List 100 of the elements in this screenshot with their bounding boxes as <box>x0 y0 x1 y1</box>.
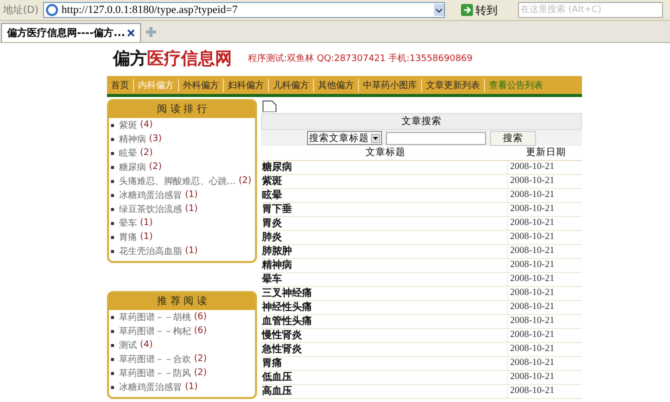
article-title-link[interactable]: 急性肾炎 <box>261 343 507 356</box>
bullet-icon <box>111 250 114 252</box>
dropdown-icon[interactable] <box>434 4 444 16</box>
bullet-icon <box>111 344 114 346</box>
read-count: (2) <box>194 368 207 378</box>
nav-link[interactable]: 文章更新列表 <box>422 78 485 92</box>
article-title-link[interactable]: 糖尿病 <box>261 161 507 174</box>
read-count: (1) <box>185 382 198 392</box>
read-count: (2) <box>140 148 153 158</box>
go-button[interactable]: 转到 <box>456 2 502 18</box>
article-title-link[interactable]: 血管性头痛 <box>261 315 507 328</box>
read-count: (2) <box>149 162 162 172</box>
bullet-icon <box>111 316 114 318</box>
article-title-link[interactable]: 眩晕 <box>261 189 507 202</box>
article-link[interactable]: 眩晕 <box>119 146 137 160</box>
nav-link[interactable]: 其他偏方 <box>314 78 359 92</box>
article-title-link[interactable]: 三叉神经痛 <box>261 287 507 300</box>
caret-icon <box>371 134 380 142</box>
article-link[interactable]: 绿豆茶饮治流感 <box>119 202 182 216</box>
article-link[interactable]: 晕车 <box>119 216 137 230</box>
date-cell: 2008-10-21 <box>507 273 582 286</box>
bullet-icon <box>111 330 114 332</box>
article-title-link[interactable]: 胃炎 <box>261 217 507 230</box>
arrow-icon <box>460 4 473 16</box>
address-label: 地址(D) <box>2 4 39 17</box>
article-title-link[interactable]: 高血压 <box>261 385 507 398</box>
date-cell: 2008-10-21 <box>507 189 582 202</box>
bullet-icon <box>111 152 114 154</box>
read-count: (1) <box>185 190 198 200</box>
article-title-link[interactable]: 神经性头痛 <box>261 301 507 314</box>
close-icon[interactable] <box>127 29 135 37</box>
article-link[interactable]: 冰糖鸡蛋治感冒 <box>119 380 182 394</box>
date-cell: 2008-10-21 <box>507 259 582 272</box>
article-title-link[interactable]: 慢性肾炎 <box>261 329 507 342</box>
article-link[interactable]: 紫斑 <box>119 118 137 132</box>
url-field[interactable]: http://127.0.0.1:8180/type.asp?typeid=7 <box>42 2 445 18</box>
article-link[interactable]: 头痛难忍、脚酸难忍、心跳... <box>119 174 236 188</box>
article-link[interactable]: 糖尿病 <box>119 160 146 174</box>
bullet-icon <box>111 358 114 360</box>
bullet-icon <box>111 208 114 210</box>
read-count: (1) <box>185 204 198 214</box>
article-link[interactable]: 草药图谱－－胡桃 <box>119 310 191 324</box>
article-link[interactable]: 草药图谱－－枸杞 <box>119 324 191 338</box>
article-link[interactable]: 草药图谱－－合欢 <box>119 352 191 366</box>
read-count: (6) <box>194 326 207 336</box>
article-title-link[interactable]: 低血压 <box>261 371 507 384</box>
column-header: 文章标题 <box>364 146 406 160</box>
article-link[interactable]: 冰糖鸡蛋治感冒 <box>119 188 182 202</box>
search-type-select[interactable]: 搜索文章标题 <box>307 131 382 145</box>
nav-link[interactable]: 儿科偏方 <box>269 78 314 92</box>
keyword-field[interactable] <box>386 132 486 144</box>
bullet-icon <box>111 386 114 388</box>
date-cell: 2008-10-21 <box>507 245 582 258</box>
read-count: (2) <box>238 176 252 186</box>
date-cell: 2008-10-21 <box>507 231 582 244</box>
panel-title: 推 荐 阅 读 <box>109 293 255 310</box>
nav-link[interactable]: 外科偏方 <box>179 78 224 92</box>
article-title-link[interactable]: 肺炎 <box>261 231 507 244</box>
bullet-icon <box>111 222 114 224</box>
date-cell: 2008-10-21 <box>507 315 582 328</box>
date-cell: 2008-10-21 <box>507 161 582 174</box>
nav-link[interactable]: 首页 <box>107 78 134 92</box>
article-title-link[interactable]: 肺脓肿 <box>261 245 507 258</box>
article-title-link[interactable]: 胃下垂 <box>261 203 507 216</box>
article-link[interactable]: 花生壳治高血脂 <box>119 244 182 258</box>
bullet-icon <box>111 194 114 196</box>
read-count: (1) <box>140 218 153 228</box>
article-link[interactable]: 草药图谱－－防风 <box>119 366 191 380</box>
article-link[interactable]: 测试 <box>119 338 137 352</box>
read-count: (3) <box>149 134 162 144</box>
read-count: (1) <box>185 246 198 256</box>
read-count: (4) <box>140 120 153 130</box>
article-link[interactable]: 胃痛 <box>119 230 137 244</box>
nav-link[interactable]: 妇科偏方 <box>224 78 269 92</box>
panel-title: 阅 读 排 行 <box>109 101 255 118</box>
bullet-icon <box>111 138 114 140</box>
bullet-icon <box>111 372 114 374</box>
bullet-icon <box>111 124 114 126</box>
date-cell: 2008-10-21 <box>507 357 582 370</box>
contact-info: 程序测试:双鱼林 QQ:287307421 手机:13558690869 <box>248 52 473 64</box>
bullet-icon <box>111 166 114 168</box>
date-cell: 2008-10-21 <box>507 343 582 356</box>
article-link[interactable]: 精神病 <box>119 132 146 146</box>
article-title-link[interactable]: 胃痛 <box>261 357 507 370</box>
read-count: (6) <box>194 312 207 322</box>
search-button[interactable]: 搜索 <box>490 130 536 146</box>
nav-link[interactable]: 中草药小图库 <box>359 78 422 92</box>
date-cell: 2008-10-21 <box>507 301 582 314</box>
date-cell: 2008-10-21 <box>507 371 582 384</box>
date-cell: 2008-10-21 <box>507 287 582 300</box>
date-cell: 2008-10-21 <box>507 329 582 342</box>
search-title: 文章搜索 <box>261 113 582 130</box>
bullet-icon <box>111 180 114 182</box>
bullet-icon <box>111 236 114 238</box>
article-title-link[interactable]: 紫斑 <box>261 175 507 188</box>
search-field[interactable]: 在这里搜索 (Alt+C) <box>518 2 663 18</box>
article-title-link[interactable]: 晕车 <box>261 273 507 286</box>
read-count: (1) <box>140 232 153 242</box>
browser-tab[interactable]: 偏方医疗信息网----偏方... <box>1 23 141 42</box>
article-title-link[interactable]: 精神病 <box>261 259 507 272</box>
